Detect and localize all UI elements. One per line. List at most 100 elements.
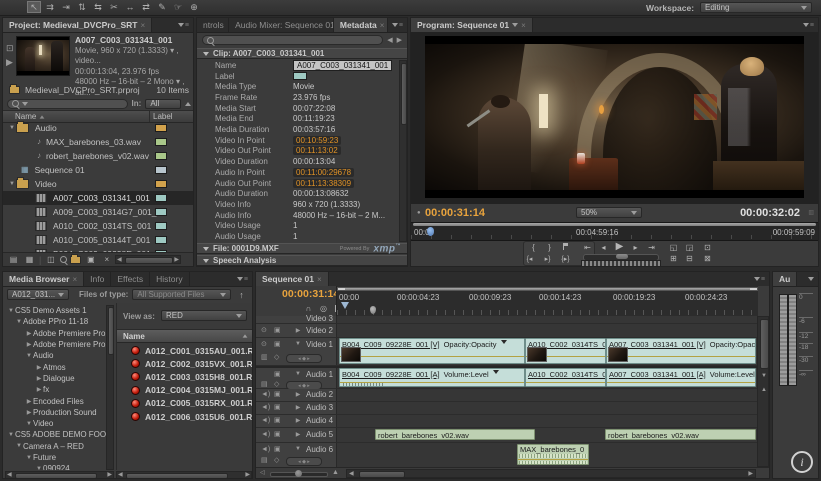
program-mini-timeline[interactable]: 00:00 00:04:59:16 00:09:59:09 — [411, 222, 818, 241]
keyframe-nav-control[interactable]: ◂ ◆ ▸ — [286, 457, 322, 466]
tree-item[interactable]: ▼Camera A – RED — [5, 441, 106, 452]
panel-menu-icon[interactable]: ≡ — [388, 18, 407, 32]
label-chip[interactable] — [155, 208, 167, 216]
project-row-max-wav[interactable]: ♪ MAX_barebones_03.wav — [3, 135, 193, 149]
timeline-clip-a007-video[interactable]: A007_C003_031341_001 [V]Opacity:Opacity — [606, 338, 756, 364]
new-item-icon[interactable]: ▣ — [84, 254, 97, 265]
speaker-icon[interactable]: ◄) — [261, 404, 270, 411]
media-file-row[interactable]: A012_C001_0315AU_001.R3D — [117, 344, 253, 357]
keyframe-icon[interactable]: ◇ — [274, 457, 279, 464]
timeline-clip-b004-video[interactable]: B004_C009_09228E_001 [V]Opacity:Opacity — [339, 338, 525, 364]
project-row-a010c005[interactable]: A010_C005_03144T_001 — [3, 233, 193, 247]
tab-effects[interactable]: Effects — [111, 272, 150, 286]
play-in-to-out-button[interactable]: {▸} — [559, 253, 572, 264]
sync-lock-icon[interactable]: ▣ — [274, 341, 281, 348]
poster-frame-icon[interactable]: ⊡ — [6, 44, 14, 53]
project-hscrollbar[interactable]: ◀ ▶ — [115, 255, 181, 264]
metadata-search-input[interactable] — [202, 35, 383, 45]
icon-view-icon[interactable]: ▦ — [23, 254, 36, 265]
speaker-icon[interactable]: ◄) — [261, 391, 270, 398]
sync-lock-icon[interactable]: ▣ — [274, 404, 281, 411]
track-label[interactable]: Audio 2 — [306, 390, 333, 399]
recent-directory-dropdown[interactable]: A012_031... — [7, 289, 69, 300]
work-area-bar[interactable] — [337, 287, 758, 291]
go-to-in-button[interactable]: {◂ — [523, 253, 536, 264]
rate-stretch-tool-button[interactable]: ⇆ — [91, 1, 105, 13]
fx-caret-icon[interactable] — [493, 370, 499, 374]
close-icon[interactable]: × — [521, 21, 526, 30]
clear-icon[interactable]: × — [100, 254, 113, 265]
workspace-dropdown[interactable]: Editing — [700, 2, 812, 13]
column-name[interactable]: Name — [3, 112, 36, 121]
speaker-icon[interactable]: ◄) — [261, 417, 270, 424]
track-label[interactable]: Video 1 — [306, 340, 333, 349]
timeline-zoom-slider[interactable] — [270, 472, 328, 477]
tree-item[interactable]: ▼Future — [5, 452, 106, 463]
project-row-a009[interactable]: A009_C003_0314G7_001_1 — [3, 205, 193, 219]
tab-info[interactable]: Info — [84, 272, 111, 286]
zoom-tool-button[interactable]: ⊕ — [187, 1, 201, 13]
label-chip[interactable] — [155, 194, 167, 202]
play-preview-icon[interactable]: ▶ — [6, 58, 13, 67]
label-chip[interactable] — [155, 152, 167, 160]
project-row-robert-wav[interactable]: ♪ robert_barebones_v02.wav — [3, 149, 193, 163]
track-label[interactable]: Audio 1 — [306, 370, 333, 379]
next-result-icon[interactable]: ▶ — [397, 37, 402, 44]
label-chip[interactable] — [155, 124, 167, 132]
volume-rubber-band[interactable] — [518, 459, 588, 460]
project-search-input[interactable] — [7, 99, 128, 109]
metadata-label-chip[interactable] — [293, 72, 307, 80]
go-to-previous-edit-button[interactable]: ⇤ — [581, 242, 594, 253]
tree-item[interactable]: ▶Dialogue — [5, 373, 106, 384]
find-icon[interactable] — [60, 256, 67, 263]
tab-media-browser[interactable]: Media Browser × — [3, 272, 84, 286]
new-bin-icon[interactable] — [70, 256, 81, 264]
info-button[interactable]: i — [791, 451, 813, 473]
project-row-audio-bin[interactable]: ▼ Audio — [3, 121, 193, 135]
label-chip[interactable] — [155, 236, 167, 244]
speaker-icon[interactable]: ◄) — [261, 431, 270, 438]
tab-audio-mixer[interactable]: Audio Mixer: Sequence 01 — [229, 18, 334, 32]
timeline-hscrollbar[interactable]: ◀ ▶ — [346, 469, 756, 478]
tree-item[interactable]: ▶fx — [5, 384, 106, 395]
media-list-hscrollbar[interactable]: ◀ ▶ — [116, 471, 252, 479]
automate-to-sequence-icon[interactable]: ◫ — [44, 254, 57, 265]
timeline-clip-a010-video[interactable]: A010_C002_0314TS_00 — [525, 338, 606, 364]
media-tree-hscrollbar[interactable]: ◀ ▶ — [5, 471, 114, 479]
track-select-tool-button[interactable]: ⇉ — [43, 1, 57, 13]
track-label[interactable]: Video 2 — [306, 326, 333, 335]
fx-caret-icon[interactable] — [501, 340, 507, 344]
timeline-current-timecode[interactable]: 00:00:31:14 — [282, 288, 339, 300]
set-encore-chapter-marker-icon[interactable]: ◎ — [317, 303, 330, 314]
selection-tool-button[interactable]: ↖ — [27, 1, 41, 13]
timeline-clip-b004-audio[interactable]: B004_C009_09228E_001 [A]Volume:Level — [339, 368, 525, 387]
meta-value-link[interactable]: 00:11:13:38309 — [293, 179, 354, 188]
toggle-track-output-icon[interactable]: ⊙ — [261, 327, 267, 334]
mark-out-button[interactable]: } — [543, 242, 556, 253]
metadata-name-input[interactable]: A007_C003_031341_001 — [293, 60, 392, 71]
set-display-style-icon[interactable]: ▤ — [261, 457, 268, 464]
project-row-a007[interactable]: A007_C003_031341_001 — [3, 191, 193, 205]
lift-button[interactable]: ◱ — [667, 242, 680, 253]
tree-item[interactable]: ▼Audio — [5, 350, 106, 361]
go-to-next-edit-button[interactable]: ⇥ — [645, 242, 658, 253]
opacity-rubber-band[interactable] — [340, 356, 524, 357]
media-file-row[interactable]: A012_C004_0315MJ_001.R3D — [117, 384, 253, 397]
slide-tool-button[interactable]: ⇄ — [139, 1, 153, 13]
set-display-style-icon[interactable]: ▤ — [261, 381, 268, 388]
export-frame-button[interactable]: ⊡ — [701, 242, 714, 253]
zoom-out-icon[interactable]: ◁ — [260, 470, 265, 476]
zoom-in-icon[interactable]: ▲ — [332, 469, 339, 476]
timeline-vscrollbar[interactable]: ▼ ▲ — [757, 316, 769, 467]
panel-menu-icon[interactable]: ≡ — [233, 272, 252, 286]
tab-audio-meters[interactable]: Au — [773, 272, 797, 286]
sync-lock-icon[interactable]: ▣ — [274, 417, 281, 424]
collapse-find-icon[interactable] — [185, 102, 191, 106]
tree-item[interactable]: ▼CS5 ADOBE DEMO FOOTA — [5, 429, 106, 440]
toggle-track-output-icon[interactable]: ⊙ — [261, 341, 267, 348]
tree-item[interactable]: ▼090924 — [5, 463, 106, 470]
ripple-edit-tool-button[interactable]: ⇥ — [59, 1, 73, 13]
loop-button[interactable]: ⊞ — [667, 253, 680, 264]
hand-tool-button[interactable]: ☞ — [171, 1, 185, 13]
tree-item[interactable]: ▶Atmos — [5, 361, 106, 372]
